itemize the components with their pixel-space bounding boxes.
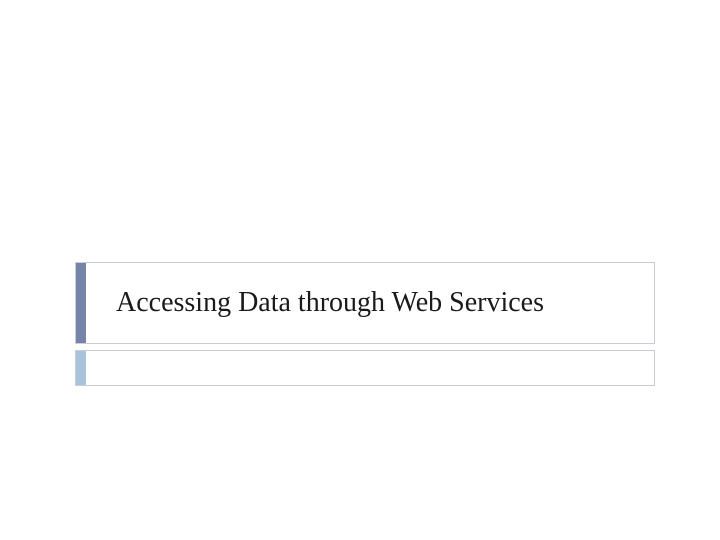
- slide-subtitle: [86, 351, 654, 385]
- slide-content: Accessing Data through Web Services: [75, 262, 655, 386]
- subtitle-box: [75, 350, 655, 386]
- title-accent-bar: [76, 263, 86, 343]
- title-box: Accessing Data through Web Services: [75, 262, 655, 344]
- slide-title: Accessing Data through Web Services: [86, 263, 654, 343]
- subtitle-accent-bar: [76, 351, 86, 385]
